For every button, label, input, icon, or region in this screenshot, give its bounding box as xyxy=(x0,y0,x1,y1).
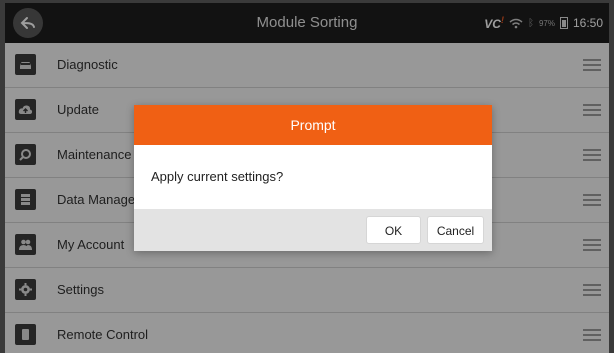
ok-button[interactable]: OK xyxy=(366,216,421,244)
dialog-title: Prompt xyxy=(134,105,492,145)
prompt-dialog: Prompt Apply current settings? OK Cancel xyxy=(134,105,492,251)
cancel-button[interactable]: Cancel xyxy=(427,216,484,244)
dialog-footer: OK Cancel xyxy=(134,209,492,251)
dialog-message: Apply current settings? xyxy=(151,169,284,184)
app-frame: Module Sorting VC! ᛒ 97% 16:50 Diagnosti… xyxy=(5,3,609,353)
